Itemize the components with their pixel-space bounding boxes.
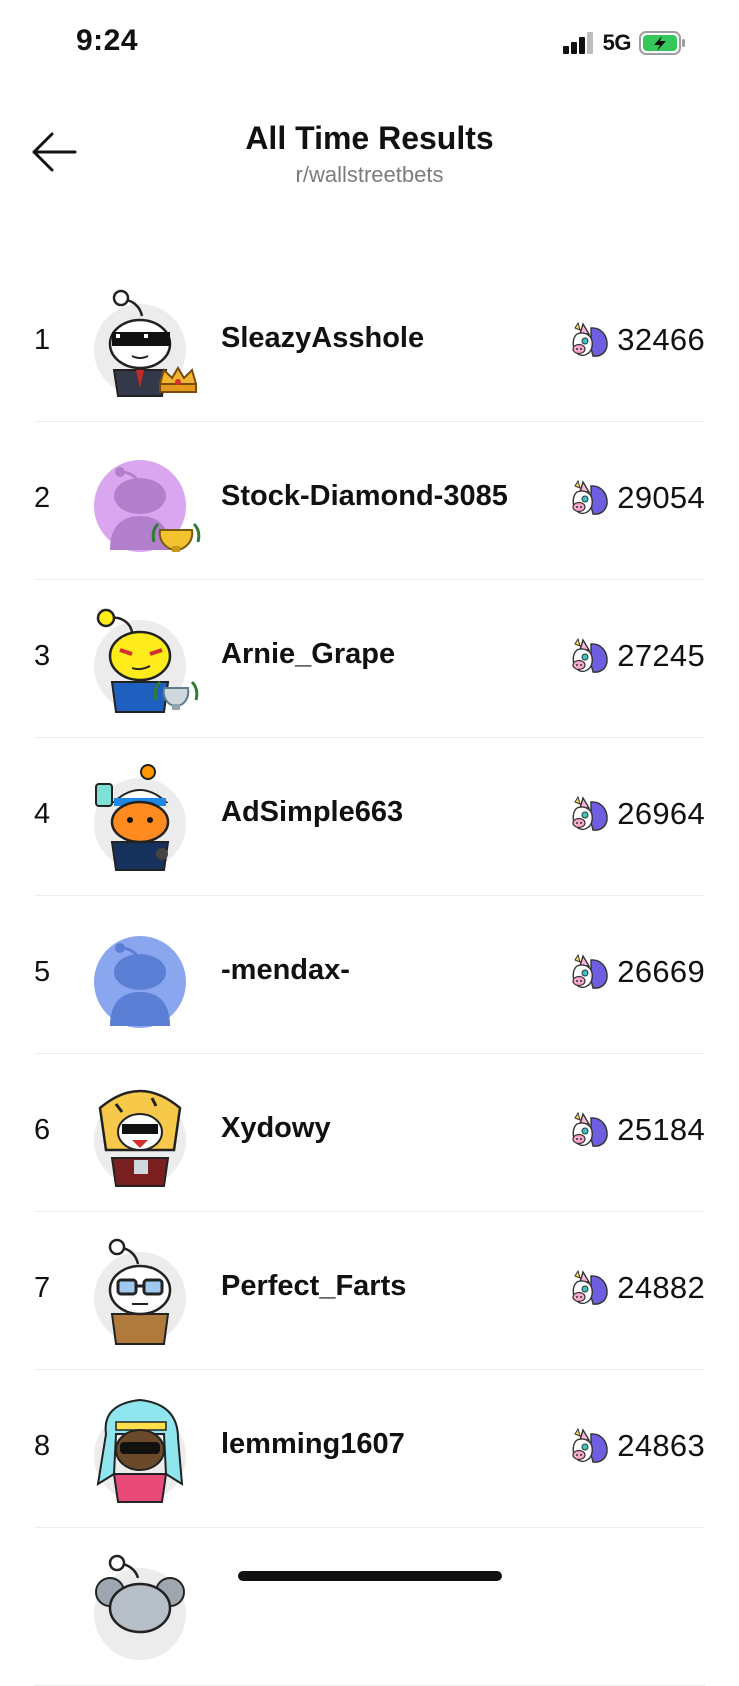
leaderboard-row[interactable]: 7 Perfect_Farts 24882 — [0, 1212, 739, 1370]
score: 32466 — [569, 320, 705, 360]
rank-number: 6 — [34, 1114, 51, 1146]
score: 27245 — [569, 636, 705, 676]
username[interactable]: Arnie_Grape — [221, 638, 395, 671]
unicorn-icon — [569, 478, 611, 518]
leaderboard-row[interactable]: 2 Stock-Diamond-3085 29054 — [0, 422, 739, 580]
user-avatar[interactable] — [92, 920, 202, 1030]
score: 26964 — [569, 794, 705, 834]
rank-number: 4 — [34, 798, 51, 830]
leaderboard-row[interactable]: 1 SleazyAsshole 32466 — [0, 264, 739, 422]
leaderboard-row[interactable]: 4 AdSimple663 26964 — [0, 738, 739, 896]
leaderboard-row[interactable]: 3 Arnie_Grape 27245 — [0, 580, 739, 738]
status-time: 9:24 — [76, 24, 139, 57]
score: 29054 — [569, 478, 705, 518]
username[interactable]: Perfect_Farts — [221, 1270, 406, 1303]
user-avatar[interactable] — [92, 1236, 202, 1346]
rank-number: 3 — [34, 640, 51, 672]
unicorn-icon — [569, 636, 611, 676]
user-avatar[interactable] — [92, 288, 202, 398]
rank-number: 2 — [34, 482, 51, 514]
unicorn-icon — [569, 1110, 611, 1150]
user-avatar[interactable] — [92, 762, 202, 872]
score: 24882 — [569, 1268, 705, 1308]
rank-number: 1 — [34, 324, 51, 356]
score-value: 27245 — [617, 638, 705, 673]
signal-icon — [562, 32, 593, 54]
username[interactable]: Xydowy — [221, 1112, 331, 1145]
username[interactable]: -mendax- — [221, 954, 350, 987]
user-avatar[interactable] — [92, 446, 202, 556]
username[interactable]: lemming1607 — [221, 1428, 405, 1461]
score: 25184 — [569, 1110, 705, 1150]
leaderboard-row[interactable] — [0, 1528, 739, 1686]
rank-number: 8 — [34, 1430, 51, 1462]
score-value: 29054 — [617, 480, 705, 515]
score-value: 26669 — [617, 954, 705, 989]
username[interactable]: AdSimple663 — [221, 796, 403, 829]
user-avatar[interactable] — [92, 1394, 202, 1504]
page-subtitle: r/wallstreetbets — [295, 162, 444, 187]
leaderboard-list: 1 SleazyAsshole 32466 2 Stock-Diamond-30… — [0, 264, 739, 1686]
unicorn-icon — [569, 1426, 611, 1466]
status-right: 5G — [562, 28, 687, 58]
score-value: 32466 — [617, 322, 705, 357]
leaderboard-row[interactable]: 8 lemming1607 24863 — [0, 1370, 739, 1528]
unicorn-icon — [569, 320, 611, 360]
score-value: 24882 — [617, 1270, 705, 1305]
score: 26669 — [569, 952, 705, 992]
username[interactable]: SleazyAsshole — [221, 322, 424, 355]
rank-number: 5 — [34, 956, 51, 988]
unicorn-icon — [569, 952, 611, 992]
status-bar: 9:24 5G — [0, 0, 739, 84]
user-avatar[interactable] — [92, 1078, 202, 1188]
leaderboard-row[interactable]: 6 Xydowy 25184 — [0, 1054, 739, 1212]
user-avatar[interactable] — [92, 604, 202, 714]
unicorn-icon — [569, 1268, 611, 1308]
leaderboard-row[interactable]: 5 -mendax- 26669 — [0, 896, 739, 1054]
page-title: All Time Results — [245, 120, 494, 156]
score-value: 26964 — [617, 796, 705, 831]
unicorn-icon — [569, 794, 611, 834]
network-label: 5G — [602, 30, 632, 55]
rank-number: 7 — [34, 1272, 51, 1304]
header: All Time Results r/wallstreetbets — [0, 110, 739, 210]
home-indicator[interactable] — [238, 1571, 502, 1581]
username[interactable]: Stock-Diamond-3085 — [221, 480, 508, 513]
user-avatar[interactable] — [92, 1552, 202, 1662]
score: 24863 — [569, 1426, 705, 1466]
score-value: 24863 — [617, 1428, 705, 1463]
score-value: 25184 — [617, 1112, 705, 1147]
battery-charging-icon — [639, 31, 685, 55]
